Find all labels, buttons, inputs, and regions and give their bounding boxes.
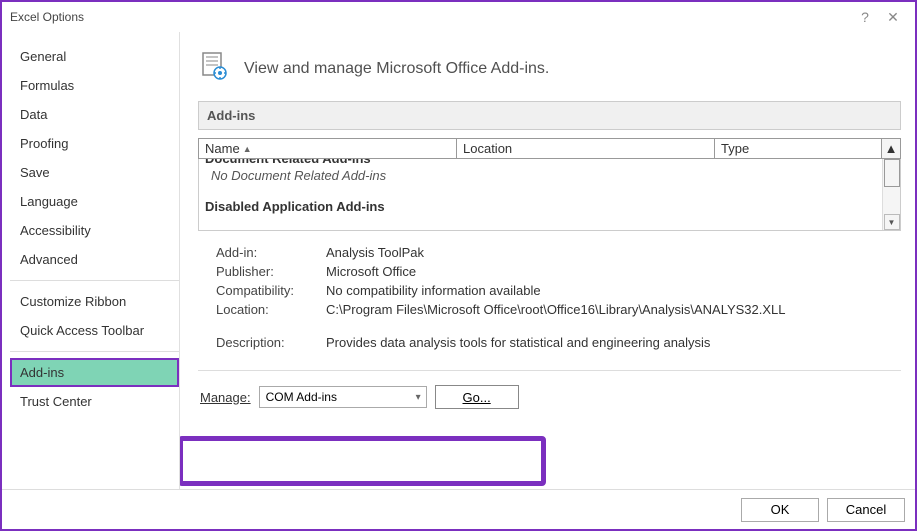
close-icon[interactable]: ✕ xyxy=(879,9,907,26)
detail-key-location: Location: xyxy=(216,302,326,317)
sidebar-item-language[interactable]: Language xyxy=(10,187,179,216)
no-document-related-addins: No Document Related Add-ins xyxy=(203,166,896,185)
detail-val-compatibility: No compatibility information available xyxy=(326,283,901,298)
detail-val-publisher: Microsoft Office xyxy=(326,264,901,279)
sidebar-item-trust-center[interactable]: Trust Center xyxy=(10,387,179,416)
addins-icon xyxy=(198,50,230,87)
addin-details: Add-in:Analysis ToolPak Publisher:Micros… xyxy=(198,243,901,352)
sidebar-item-proofing[interactable]: Proofing xyxy=(10,129,179,158)
sidebar-item-customize-ribbon[interactable]: Customize Ribbon xyxy=(10,287,179,316)
detail-key-publisher: Publisher: xyxy=(216,264,326,279)
addins-table-header: Name▲ Location Type ▲ xyxy=(198,138,901,159)
section-disabled-application: Disabled Application Add-ins xyxy=(203,185,896,216)
addins-section-label: Add-ins xyxy=(198,101,901,130)
window-title: Excel Options xyxy=(10,10,84,24)
sidebar-item-advanced[interactable]: Advanced xyxy=(10,245,179,274)
detail-val-location: C:\Program Files\Microsoft Office\root\O… xyxy=(326,302,901,317)
sidebar-item-data[interactable]: Data xyxy=(10,100,179,129)
scroll-thumb[interactable] xyxy=(884,159,900,187)
highlight-annotation xyxy=(180,436,546,486)
sidebar-item-quick-access-toolbar[interactable]: Quick Access Toolbar xyxy=(10,316,179,345)
page-heading: View and manage Microsoft Office Add-ins… xyxy=(244,60,549,78)
sidebar-item-save[interactable]: Save xyxy=(10,158,179,187)
scroll-down-button[interactable]: ▼ xyxy=(884,214,900,230)
sidebar-item-general[interactable]: General xyxy=(10,42,179,71)
sidebar-item-accessibility[interactable]: Accessibility xyxy=(10,216,179,245)
sidebar-item-add-ins[interactable]: Add-ins xyxy=(10,358,179,387)
addins-list[interactable]: Document Related Add-ins No Document Rel… xyxy=(198,159,901,231)
sort-asc-icon: ▲ xyxy=(243,144,252,154)
section-document-related: Document Related Add-ins xyxy=(203,159,896,166)
detail-key-compatibility: Compatibility: xyxy=(216,283,326,298)
ok-button[interactable]: OK xyxy=(741,498,819,522)
sidebar-item-formulas[interactable]: Formulas xyxy=(10,71,179,100)
detail-key-addin: Add-in: xyxy=(216,245,326,260)
manage-dropdown[interactable]: COM Add-ins xyxy=(259,386,427,408)
sidebar: General Formulas Data Proofing Save Lang… xyxy=(10,32,180,489)
detail-val-description: Provides data analysis tools for statist… xyxy=(326,335,901,350)
column-type[interactable]: Type xyxy=(715,139,882,158)
column-name[interactable]: Name▲ xyxy=(199,139,457,158)
detail-val-addin: Analysis ToolPak xyxy=(326,245,901,260)
cancel-button[interactable]: Cancel xyxy=(827,498,905,522)
go-button[interactable]: Go... xyxy=(435,385,519,409)
detail-key-description: Description: xyxy=(216,335,326,350)
manage-label: Manage: xyxy=(200,390,251,405)
column-location[interactable]: Location xyxy=(457,139,715,158)
help-icon[interactable]: ? xyxy=(851,9,879,25)
scroll-up-button[interactable]: ▲ xyxy=(882,139,900,158)
